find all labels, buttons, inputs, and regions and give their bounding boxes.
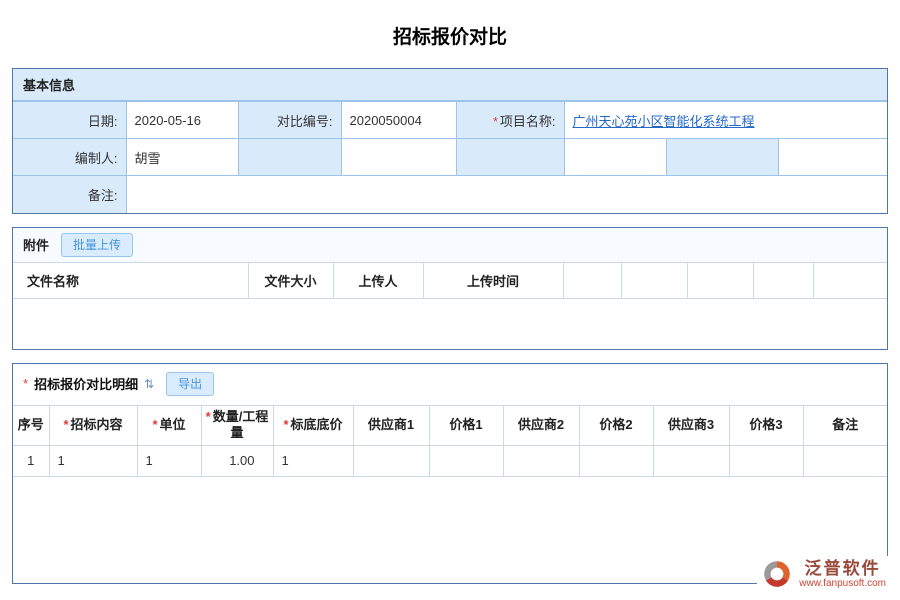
footer-brand: 泛普软件 www.fanpusoft.com	[757, 556, 890, 592]
empty-label-cell	[456, 139, 564, 176]
basic-info-section-title: 基本信息	[13, 69, 887, 101]
detail-col-content: *招标内容	[49, 405, 137, 445]
detail-cell-supplier1	[353, 445, 429, 476]
detail-section-title: 招标报价对比明细	[34, 374, 138, 393]
detail-empty-area	[13, 477, 887, 583]
attach-col-empty	[753, 262, 813, 298]
detail-col-remark: 备注	[803, 405, 887, 445]
attachments-empty-area	[13, 299, 887, 349]
detail-col-supplier1: 供应商1	[353, 405, 429, 445]
empty-label-cell	[666, 139, 778, 176]
remark-label: 备注:	[13, 176, 126, 213]
attach-col-filename: 文件名称	[13, 262, 248, 298]
attach-col-empty	[687, 262, 753, 298]
attachments-section-title: 附件	[23, 235, 49, 254]
compare-no-value: 2020050004	[341, 102, 456, 139]
detail-col-price3: 价格3	[729, 405, 803, 445]
attach-col-empty	[813, 262, 887, 298]
detail-cell-unit: 1	[137, 445, 201, 476]
detail-col-supplier3: 供应商3	[653, 405, 729, 445]
page-title: 招标报价对比	[12, 0, 888, 68]
detail-row: 1111.001	[13, 445, 887, 476]
detail-cell-price3	[729, 445, 803, 476]
fanpu-logo-icon	[761, 558, 793, 590]
detail-header-row: 序号*招标内容*单位*数量/工程量*标底底价供应商1价格1供应商2价格2供应商3…	[13, 405, 887, 445]
required-mark: *	[283, 417, 288, 432]
detail-col-base-price: *标底底价	[273, 405, 353, 445]
author-value: 胡雪	[126, 139, 238, 176]
remark-value	[126, 176, 887, 213]
required-mark: *	[63, 417, 68, 432]
attach-col-uploader: 上传人	[333, 262, 423, 298]
detail-cell-content: 1	[49, 445, 137, 476]
detail-col-price2: 价格2	[579, 405, 653, 445]
detail-cell-remark	[803, 445, 887, 476]
required-mark: *	[493, 114, 498, 129]
basic-info-row-2: 编制人: 胡雪	[13, 139, 887, 176]
detail-cell-seq: 1	[13, 445, 49, 476]
detail-col-unit: *单位	[137, 405, 201, 445]
basic-info-row-3: 备注:	[13, 176, 887, 213]
export-button[interactable]: 导出	[166, 372, 214, 396]
date-label: 日期:	[13, 102, 126, 139]
detail-cell-supplier3	[653, 445, 729, 476]
empty-value-cell	[341, 139, 456, 176]
basic-info-row-1: 日期: 2020-05-16 对比编号: 2020050004 *项目名称: 广…	[13, 102, 887, 139]
brand-text: 泛普软件 www.fanpusoft.com	[799, 559, 886, 590]
brand-website: www.fanpusoft.com	[799, 578, 886, 590]
attachments-header-row: 文件名称 文件大小 上传人 上传时间	[13, 262, 887, 298]
author-label: 编制人:	[13, 139, 126, 176]
detail-col-price1: 价格1	[429, 405, 503, 445]
attachments-panel: 附件 批量上传 文件名称 文件大小 上传人 上传时间	[12, 227, 888, 350]
detail-table: 序号*招标内容*单位*数量/工程量*标底底价供应商1价格1供应商2价格2供应商3…	[13, 405, 887, 477]
empty-value-cell	[778, 139, 887, 176]
sort-icon[interactable]: ⇅	[144, 377, 154, 391]
project-name-link[interactable]: 广州天心苑小区智能化系统工程	[573, 114, 755, 129]
attach-col-empty	[621, 262, 687, 298]
attachments-strip: 附件 批量上传	[13, 228, 887, 262]
required-mark: *	[152, 417, 157, 432]
detail-col-supplier2: 供应商2	[503, 405, 579, 445]
project-name-label: *项目名称:	[456, 102, 564, 139]
page: 招标报价对比 基本信息 日期: 2020-05-16 对比编号: 2020050…	[0, 0, 900, 584]
attach-col-empty	[563, 262, 621, 298]
required-mark: *	[23, 376, 28, 391]
required-mark: *	[206, 409, 211, 424]
detail-strip: * 招标报价对比明细 ⇅ 导出	[13, 364, 887, 405]
basic-info-panel: 基本信息 日期: 2020-05-16 对比编号: 2020050004 *项目…	[12, 68, 888, 214]
detail-cell-price2	[579, 445, 653, 476]
brand-name: 泛普软件	[805, 559, 881, 578]
basic-info-table: 日期: 2020-05-16 对比编号: 2020050004 *项目名称: 广…	[13, 101, 887, 213]
batch-upload-button[interactable]: 批量上传	[61, 233, 133, 257]
detail-col-seq: 序号	[13, 405, 49, 445]
compare-no-label: 对比编号:	[238, 102, 341, 139]
attach-col-filesize: 文件大小	[248, 262, 333, 298]
detail-panel: * 招标报价对比明细 ⇅ 导出 序号*招标内容*单位*数量/工程量*标底底价供应…	[12, 363, 888, 584]
detail-cell-supplier2	[503, 445, 579, 476]
attach-col-upload-time: 上传时间	[423, 262, 563, 298]
detail-body: 1111.001	[13, 445, 887, 476]
detail-cell-quantity: 1.00	[201, 445, 273, 476]
empty-label-cell	[238, 139, 341, 176]
detail-cell-price1	[429, 445, 503, 476]
empty-value-cell	[564, 139, 666, 176]
date-value: 2020-05-16	[126, 102, 238, 139]
attachments-table: 文件名称 文件大小 上传人 上传时间	[13, 262, 887, 299]
detail-cell-base-price: 1	[273, 445, 353, 476]
project-name-value: 广州天心苑小区智能化系统工程	[564, 102, 887, 139]
detail-col-quantity: *数量/工程量	[201, 405, 273, 445]
